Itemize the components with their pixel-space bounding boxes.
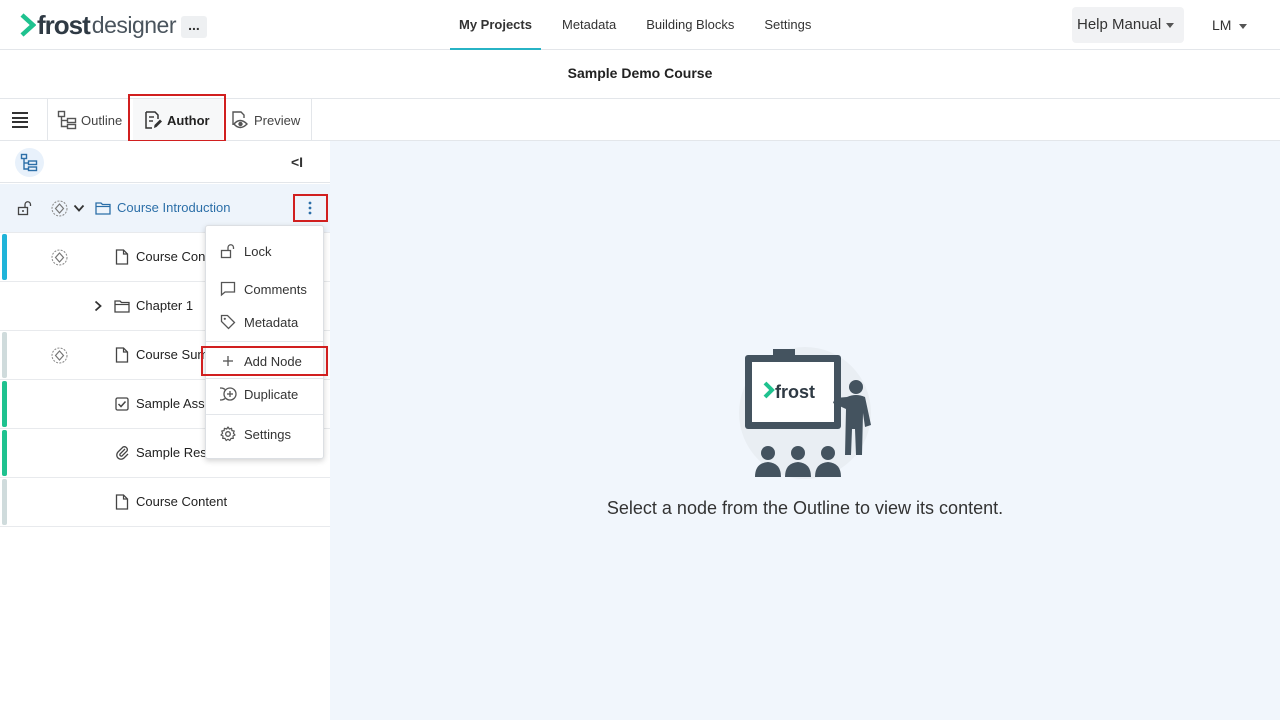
help-manual-dropdown[interactable]: Help Manual [1072, 7, 1184, 43]
node-context-menu: Lock Comments Metadata Add Node Duplicat… [205, 225, 324, 459]
author-content-area: frost Select a node from the Outline to … [330, 141, 1280, 720]
outline-item-label: Course Content [136, 494, 228, 509]
plus-icon [223, 356, 233, 366]
menu-item-comments[interactable]: Comments [206, 272, 323, 306]
tab-preview-label: Preview [254, 112, 301, 128]
outline-item-label: Sample Reso [136, 445, 206, 460]
empty-state-message: Select a node from the Outline to view i… [606, 498, 1004, 518]
menu-item-duplicate[interactable]: Duplicate [206, 377, 323, 411]
menu-item-lock[interactable]: Lock [206, 234, 323, 268]
chevron-right-icon[interactable] [92, 300, 104, 312]
help-manual-label: Help Manual [1077, 16, 1162, 33]
nav-building-blocks[interactable]: Building Blocks [631, 0, 749, 50]
nav-my-projects[interactable]: My Projects [450, 0, 541, 50]
edit-document-icon [145, 111, 162, 129]
more-options-button[interactable]: ... [181, 16, 207, 38]
logo-chevron-icon [20, 13, 36, 37]
caret-down-icon [1166, 22, 1175, 28]
page-icon [115, 347, 129, 363]
status-bar [2, 234, 7, 280]
tab-author-label: Author [167, 112, 210, 128]
course-title-bar: Sample Demo Course [0, 50, 1280, 99]
chevron-down-icon[interactable] [73, 202, 85, 214]
top-navbar: frost designer ... My Projects Metadata … [0, 0, 1280, 50]
tree-structure-icon [20, 153, 38, 172]
duplicate-icon [220, 387, 237, 401]
menu-item-label: Lock [244, 244, 272, 259]
outline-row-course-content-2[interactable]: Course Content [0, 478, 330, 527]
user-menu-dropdown[interactable]: LM [1212, 7, 1248, 43]
outline-panel-header: <I [0, 141, 330, 183]
checkbox-icon [115, 397, 129, 411]
outline-item-label: Course Introduction [117, 200, 231, 215]
status-bar [2, 332, 7, 378]
page-icon [115, 494, 129, 510]
folder-icon [114, 300, 130, 313]
status-circle-icon[interactable] [51, 200, 68, 217]
tab-outline[interactable]: Outline [57, 99, 131, 141]
menu-item-metadata[interactable]: Metadata [206, 305, 323, 339]
tag-icon [220, 314, 236, 330]
outline-item-label: Chapter 1 [136, 298, 194, 313]
paperclip-icon [116, 446, 129, 460]
illustration-frost-text: frost [775, 382, 815, 402]
tab-preview[interactable]: Preview [230, 99, 310, 141]
tree-view-toggle[interactable] [15, 148, 44, 177]
hamburger-menu-icon[interactable] [12, 112, 28, 128]
menu-item-label: Comments [244, 282, 307, 297]
page-icon [115, 249, 129, 265]
menu-item-label: Add Node [244, 354, 302, 369]
status-bar [2, 430, 7, 476]
nav-settings[interactable]: Settings [749, 0, 826, 50]
outline-item-label: Course Cont [136, 249, 206, 264]
gear-icon [220, 426, 236, 442]
menu-item-add-node[interactable]: Add Node [206, 344, 323, 378]
menu-item-label: Duplicate [244, 387, 299, 402]
logo-designer-text: designer [91, 12, 177, 38]
outline-item-label: Course Sum [136, 347, 206, 362]
lock-icon [220, 244, 235, 259]
logo-frost-text: frost [37, 10, 91, 40]
course-title: Sample Demo Course [567, 65, 713, 81]
menu-item-label: Metadata [244, 315, 299, 330]
outline-tree-icon [57, 110, 77, 130]
folder-icon [95, 202, 111, 215]
collapse-panel-button[interactable]: <I [291, 154, 303, 170]
nav-metadata[interactable]: Metadata [547, 0, 631, 50]
menu-item-settings[interactable]: Settings [206, 417, 323, 451]
comment-icon [220, 281, 236, 297]
caret-down-icon [1239, 23, 1248, 29]
unlock-icon[interactable] [17, 200, 33, 216]
status-bar [2, 381, 7, 427]
status-circle-icon[interactable] [51, 249, 68, 266]
menu-item-label: Settings [244, 427, 291, 442]
tab-outline-label: Outline [81, 112, 123, 128]
user-initials: LM [1212, 17, 1232, 33]
presenter-illustration: frost [739, 347, 871, 479]
frost-designer-logo[interactable]: frost designer [20, 10, 177, 40]
preview-eye-icon [232, 111, 248, 129]
main-nav: My Projects Metadata Building Blocks Set… [450, 0, 826, 50]
status-bar [2, 479, 7, 525]
outline-item-label: Sample Asse [136, 396, 206, 411]
tab-author[interactable]: Author [133, 99, 223, 141]
status-circle-icon[interactable] [51, 347, 68, 364]
view-tabs-bar: Outline Author Preview [0, 99, 1280, 141]
kebab-menu-icon[interactable] [306, 200, 314, 216]
